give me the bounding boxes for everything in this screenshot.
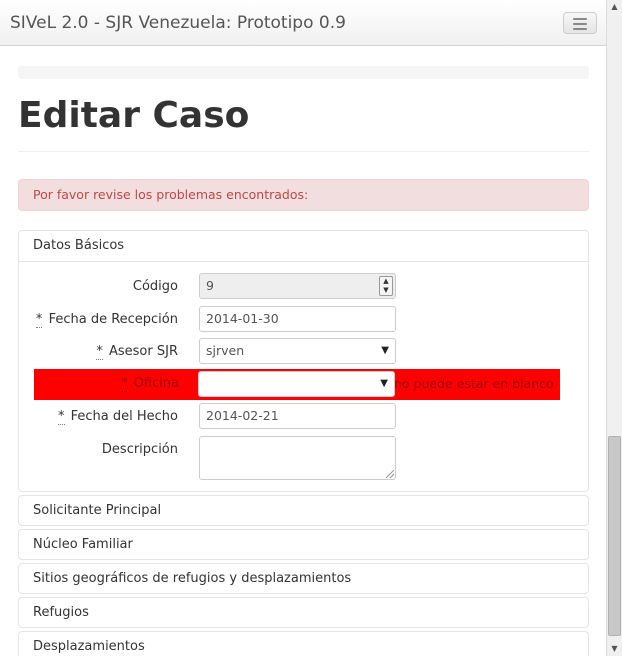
- asesor-select[interactable]: sjrven ▼: [199, 338, 396, 364]
- dropdown-arrow-icon: ▼: [380, 378, 388, 389]
- fecha-recepcion-label-text: Fecha de Recepción: [48, 312, 178, 327]
- breadcrumb: [18, 66, 589, 79]
- oficina-select[interactable]: ▼: [198, 371, 395, 397]
- resize-grip-icon[interactable]: [386, 470, 394, 478]
- required-mark: *: [35, 312, 43, 328]
- oficina-label: * Oficina: [120, 376, 179, 392]
- oficina-error-row: * Oficina ▼ no puede estar en blanco: [34, 369, 560, 400]
- navbar: SIVeL 2.0 - SJR Venezuela: Prototipo 0.9: [0, 0, 606, 46]
- panel-refugios[interactable]: Refugios: [18, 597, 589, 628]
- page-title: Editar Caso: [18, 95, 250, 136]
- oficina-label-text: Oficina: [133, 376, 179, 391]
- panel-heading-nucleo-familiar[interactable]: Núcleo Familiar: [19, 530, 588, 560]
- panel-heading-refugios[interactable]: Refugios: [19, 598, 588, 628]
- required-mark: *: [58, 409, 65, 425]
- panel-desplazamientos[interactable]: Desplazamientos: [18, 631, 589, 656]
- vertical-scrollbar[interactable]: ▲ ▼: [606, 0, 622, 656]
- fecha-recepcion-input[interactable]: 2014-01-30: [199, 306, 396, 332]
- hamburger-icon: [573, 28, 587, 30]
- panel-nucleo-familiar[interactable]: Núcleo Familiar: [18, 529, 589, 560]
- fecha-recepcion-value: 2014-01-30: [206, 311, 279, 326]
- descripcion-textarea[interactable]: [199, 436, 396, 480]
- panel-heading-sitios-geograficos[interactable]: Sitios geográficos de refugios y desplaz…: [19, 564, 588, 594]
- hamburger-icon: [573, 18, 587, 20]
- menu-toggle-button[interactable]: [563, 12, 597, 34]
- required-mark: *: [120, 376, 128, 392]
- panel-solicitante-principal[interactable]: Solicitante Principal: [18, 495, 589, 526]
- panel-heading-desplazamientos[interactable]: Desplazamientos: [19, 632, 588, 662]
- panel-heading-datos-basicos[interactable]: Datos Básicos: [19, 231, 588, 262]
- dropdown-arrow-icon: ▼: [381, 345, 389, 356]
- panel-sitios-geograficos[interactable]: Sitios geográficos de refugios y desplaz…: [18, 563, 589, 594]
- fecha-hecho-label-text: Fecha del Hecho: [70, 409, 178, 424]
- hamburger-icon: [573, 23, 587, 25]
- brand-title[interactable]: SIVeL 2.0 - SJR Venezuela: Prototipo 0.9: [10, 13, 346, 33]
- asesor-label-text: Asesor SJR: [109, 344, 178, 359]
- error-alert: Por favor revise los problemas encontrad…: [18, 179, 589, 211]
- fecha-hecho-input[interactable]: 2014-02-21: [199, 403, 396, 429]
- codigo-label: Código: [132, 279, 178, 294]
- required-mark: *: [96, 344, 103, 360]
- codigo-value: 9: [206, 278, 214, 293]
- panel-heading-solicitante-principal[interactable]: Solicitante Principal: [19, 496, 588, 526]
- asesor-label: * Asesor SJR: [96, 344, 178, 360]
- asesor-value: sjrven: [206, 343, 245, 358]
- fecha-recepcion-label: * Fecha de Recepción: [35, 312, 178, 328]
- title-divider: [18, 151, 589, 152]
- scroll-down-icon[interactable]: ▼: [607, 642, 622, 656]
- fecha-hecho-label: * Fecha del Hecho: [58, 409, 178, 425]
- fecha-hecho-value: 2014-02-21: [206, 408, 279, 423]
- oficina-error-message: no puede estar en blanco: [394, 376, 554, 391]
- descripcion-label: Descripción: [101, 442, 178, 457]
- panel-datos-basicos: Datos Básicos Código 9 ▲ ▼ * Fecha de Rec…: [18, 230, 589, 492]
- scroll-thumb[interactable]: [608, 436, 621, 636]
- alert-message: Por favor revise los problemas encontrad…: [33, 187, 309, 202]
- codigo-field[interactable]: 9 ▲ ▼: [199, 273, 396, 299]
- number-spinner-icon[interactable]: ▲ ▼: [379, 276, 393, 296]
- scroll-up-icon[interactable]: ▲: [607, 0, 622, 14]
